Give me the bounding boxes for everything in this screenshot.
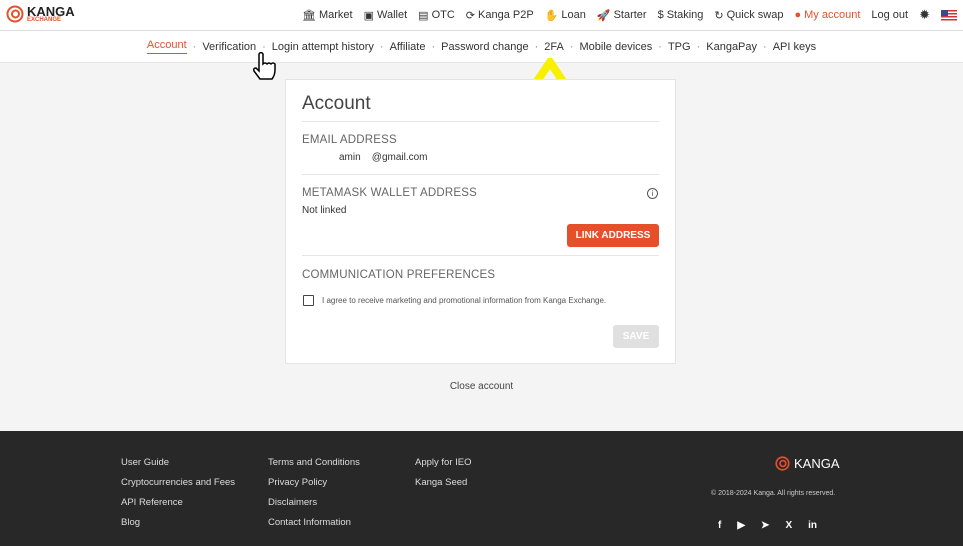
user-icon: ● bbox=[794, 9, 802, 21]
facebook-icon[interactable]: f bbox=[718, 520, 721, 531]
social-links: f ▶ ➤ X in bbox=[718, 520, 817, 531]
p2p-icon: ⟳ bbox=[465, 9, 476, 22]
kanga-logo-icon bbox=[775, 456, 790, 471]
nav-my-account[interactable]: ● My account bbox=[794, 9, 860, 21]
rocket-icon: 🚀 bbox=[596, 9, 611, 22]
copyright: © 2018-2024 Kanga. All rights reserved. bbox=[711, 490, 836, 497]
footer-link[interactable]: Blog bbox=[121, 517, 235, 528]
nav-wallet[interactable]: ▣ Wallet bbox=[364, 9, 408, 22]
footer-link[interactable]: Kanga Seed bbox=[415, 477, 472, 488]
footer-link[interactable]: Privacy Policy bbox=[268, 477, 360, 488]
swap-icon: ↻ bbox=[714, 9, 724, 22]
footer-link[interactable]: Contact Information bbox=[268, 517, 360, 528]
nav-kanga-p2p[interactable]: ⟳ Kanga P2P bbox=[466, 9, 534, 22]
wallet-icon: ▣ bbox=[363, 9, 374, 22]
info-icon[interactable]: i bbox=[647, 188, 658, 199]
hand-cursor-icon bbox=[253, 52, 276, 80]
tab-password-change[interactable]: Password change bbox=[441, 41, 528, 53]
bank-icon: 🏛 bbox=[302, 9, 316, 22]
separator: · bbox=[569, 40, 574, 53]
separator: · bbox=[262, 40, 266, 53]
footer: User Guide Cryptocurrencies and Fees API R… bbox=[0, 431, 963, 546]
footer-link[interactable]: Terms and Conditions bbox=[268, 457, 360, 468]
nav-staking[interactable]: $ Staking bbox=[658, 9, 704, 21]
otc-icon: ▤ bbox=[418, 9, 429, 22]
account-subnav: Account · Verification · Login attempt histo… bbox=[0, 31, 963, 63]
separator: · bbox=[431, 40, 436, 53]
separator: · bbox=[696, 40, 701, 53]
metamask-value: Not linked bbox=[302, 205, 347, 216]
separator: · bbox=[192, 40, 197, 53]
kanga-logo[interactable]: KANGA EXCHANGE bbox=[6, 5, 75, 23]
nav-loan[interactable]: ✋ Loan bbox=[545, 9, 586, 22]
footer-link[interactable]: Disclaimers bbox=[268, 497, 360, 508]
tab-mobile-devices[interactable]: Mobile devices bbox=[580, 41, 653, 53]
tab-account[interactable]: Account bbox=[146, 39, 187, 54]
account-card: Account EMAIL ADDRESS amin @gmail.com ME… bbox=[285, 79, 676, 364]
nav-log-out[interactable]: Log out bbox=[871, 9, 908, 21]
dollar-icon: $ bbox=[657, 9, 664, 21]
footer-link[interactable]: Apply for IEO bbox=[415, 457, 472, 468]
separator: · bbox=[379, 40, 384, 53]
nav-quick-swap[interactable]: ↻ Quick swap bbox=[714, 9, 783, 22]
top-bar: KANGA EXCHANGE 🏛 Market ▣ Wallet ▤ OTC ⟳ Kanga P… bbox=[0, 0, 963, 31]
youtube-icon[interactable]: ▶ bbox=[737, 520, 745, 531]
nav-market[interactable]: 🏛 Market bbox=[302, 9, 353, 22]
communication-label: COMMUNICATION PREFERENCES bbox=[302, 269, 496, 281]
nav-otc[interactable]: ▤ OTC bbox=[418, 9, 455, 22]
x-icon[interactable]: X bbox=[785, 520, 792, 531]
footer-link[interactable]: Cryptocurrencies and Fees bbox=[121, 477, 235, 488]
telegram-icon[interactable]: ➤ bbox=[761, 520, 769, 531]
metamask-label: METAMASK WALLET ADDRESS bbox=[302, 187, 478, 199]
tab-api-keys[interactable]: API keys bbox=[773, 41, 816, 53]
loan-icon: ✋ bbox=[544, 9, 559, 22]
footer-link[interactable]: API Reference bbox=[121, 497, 235, 508]
consent-label: I agree to receive marketing and promoti… bbox=[322, 296, 607, 305]
separator: · bbox=[658, 40, 662, 53]
kanga-logo-icon bbox=[6, 5, 24, 23]
page-title: Account bbox=[302, 93, 371, 114]
email-value: amin @gmail.com bbox=[339, 152, 428, 163]
theme-toggle-icon[interactable]: ✹ bbox=[919, 7, 930, 23]
email-label: EMAIL ADDRESS bbox=[302, 134, 397, 146]
tab-verification[interactable]: Verification bbox=[202, 41, 256, 53]
tab-2fa[interactable]: 2FA bbox=[544, 41, 564, 53]
separator: · bbox=[534, 40, 539, 53]
close-account-link[interactable]: Close account bbox=[0, 381, 963, 392]
linkedin-icon[interactable]: in bbox=[808, 520, 817, 531]
tab-tpg[interactable]: TPG bbox=[668, 41, 691, 53]
us-flag-icon[interactable] bbox=[941, 9, 957, 21]
nav-starter[interactable]: 🚀 Starter bbox=[597, 9, 647, 22]
tab-kangapay[interactable]: KangaPay bbox=[706, 41, 757, 53]
tab-affiliate[interactable]: Affiliate bbox=[390, 41, 426, 53]
separator: · bbox=[763, 40, 767, 53]
footer-logo: KANGA bbox=[775, 456, 840, 471]
tab-login-attempt-history[interactable]: Login attempt history bbox=[272, 41, 374, 53]
main-nav: 🏛 Market ▣ Wallet ▤ OTC ⟳ Kanga P2P ✋ Loan 🚀 Starte… bbox=[302, 7, 957, 23]
save-button[interactable]: SAVE bbox=[613, 325, 659, 348]
consent-checkbox[interactable] bbox=[303, 295, 314, 306]
link-address-button[interactable]: LINK ADDRESS bbox=[567, 224, 659, 247]
footer-link[interactable]: User Guide bbox=[121, 457, 235, 468]
